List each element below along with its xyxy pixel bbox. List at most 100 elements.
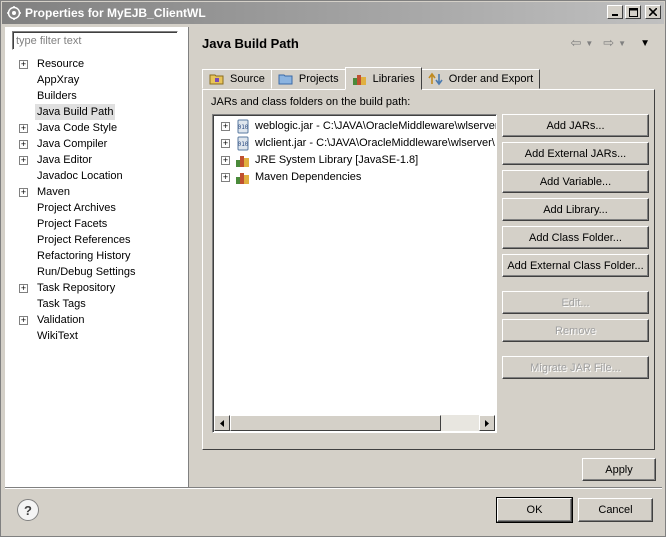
minimize-button[interactable]	[607, 5, 623, 19]
window-title: Properties for MyEJB_ClientWL	[25, 6, 206, 20]
nav-item-label: Task Tags	[37, 298, 86, 310]
help-icon[interactable]: ?	[17, 499, 39, 521]
nav-item-label: Maven	[37, 186, 71, 198]
close-icon	[649, 8, 657, 16]
tab-projects[interactable]: Projects	[270, 69, 346, 89]
cancel-button[interactable]: Cancel	[578, 498, 653, 522]
nav-item[interactable]: WikiText	[5, 328, 189, 344]
nav-item-label: Project Archives	[37, 202, 116, 214]
nav-item[interactable]: Refactoring History	[5, 248, 189, 264]
tab-order-and-export[interactable]: Order and Export	[420, 69, 541, 89]
expand-icon[interactable]: +	[19, 188, 28, 197]
expand-icon[interactable]: +	[19, 156, 28, 165]
expand-icon[interactable]: +	[221, 122, 230, 131]
nav-item[interactable]: Run/Debug Settings	[5, 264, 189, 280]
nav-item[interactable]: + Resource	[5, 56, 189, 72]
expand-icon[interactable]: +	[19, 140, 28, 149]
nav-item[interactable]: Java Build Path	[5, 104, 189, 120]
tab-source[interactable]: Source	[202, 69, 272, 89]
nav-item[interactable]: Project References	[5, 232, 189, 248]
nav-item-label: Javadoc Location	[37, 170, 123, 182]
expand-icon[interactable]: +	[221, 139, 230, 148]
preference-nav-panel: +ResourceAppXrayBuildersJava Build Path+…	[5, 27, 189, 487]
minimize-icon	[612, 14, 618, 16]
forward-arrow-icon[interactable]: ⇨	[603, 35, 614, 51]
nav-item[interactable]: + Maven	[5, 184, 189, 200]
library-icon	[235, 153, 251, 168]
svg-text:010: 010	[238, 141, 249, 148]
library-entry[interactable]: + JRE System Library [JavaSE-1.8]	[213, 152, 496, 169]
library-entry-label: JRE System Library [JavaSE-1.8]	[255, 154, 419, 166]
add-class-folder-button[interactable]: Add Class Folder...	[502, 226, 649, 249]
nav-item[interactable]: + Validation	[5, 312, 189, 328]
nav-item[interactable]: + Java Editor	[5, 152, 189, 168]
jar-icon: 010	[235, 119, 251, 134]
add-variable-button[interactable]: Add Variable...	[502, 170, 649, 193]
scroll-left-button[interactable]	[214, 415, 230, 431]
nav-item-label: Validation	[37, 314, 85, 326]
expand-icon[interactable]: +	[221, 173, 230, 182]
nav-item-label: Java Build Path	[35, 104, 116, 120]
footer-separator	[5, 487, 662, 489]
expand-icon[interactable]: +	[19, 124, 28, 133]
edit-button[interactable]: Edit...	[502, 291, 649, 314]
remove-button[interactable]: Remove	[502, 319, 649, 342]
nav-item[interactable]: Builders	[5, 88, 189, 104]
nav-item-label: WikiText	[37, 330, 78, 342]
nav-item-label: Java Compiler	[37, 138, 108, 150]
library-icon	[235, 170, 251, 185]
add-external-jars-button[interactable]: Add External JARs...	[502, 142, 649, 165]
forward-dropdown-icon[interactable]: ▼	[618, 39, 626, 48]
libraries-icon	[352, 72, 368, 86]
page-nav: ⇦ ▼ ⇨ ▼ ▼	[570, 35, 650, 51]
nav-item[interactable]: + Java Code Style	[5, 120, 189, 136]
nav-item[interactable]: Project Facets	[5, 216, 189, 232]
tab-libraries[interactable]: Libraries	[344, 67, 422, 90]
nav-item-label: Project References	[37, 234, 131, 246]
projects-folder-icon	[278, 72, 294, 86]
scroll-thumb[interactable]	[230, 415, 441, 431]
add-library-button[interactable]: Add Library...	[502, 198, 649, 221]
nav-item-label: Run/Debug Settings	[37, 266, 136, 278]
jar-icon: 010	[235, 136, 251, 151]
expand-icon[interactable]: +	[221, 156, 230, 165]
view-menu-icon[interactable]: ▼	[640, 38, 650, 49]
library-entry[interactable]: + Maven Dependencies	[213, 169, 496, 186]
back-arrow-icon[interactable]: ⇦	[570, 35, 581, 51]
library-entry[interactable]: +010 wlclient.jar - C:\JAVA\OracleMiddlew…	[213, 135, 496, 152]
expand-icon[interactable]: +	[19, 60, 28, 69]
svg-text:010: 010	[238, 124, 249, 131]
nav-item-label: Resource	[37, 58, 85, 70]
title-bar[interactable]: Properties for MyEJB_ClientWL	[2, 2, 664, 24]
property-page: Java Build Path ⇦ ▼ ⇨ ▼ ▼ Source Projects…	[190, 27, 662, 487]
nav-item[interactable]: Task Tags	[5, 296, 189, 312]
nav-item-label: AppXray	[37, 74, 80, 86]
tab-label: Libraries	[372, 72, 415, 85]
scroll-right-button[interactable]	[479, 415, 495, 431]
library-tree[interactable]: + Maven Dependencies + JRE System Library […	[212, 114, 497, 433]
migrate-jar-button[interactable]: Migrate JAR File...	[502, 356, 649, 379]
nav-item[interactable]: Project Archives	[5, 200, 189, 216]
nav-item[interactable]: Javadoc Location	[5, 168, 189, 184]
page-title: Java Build Path	[202, 36, 299, 51]
library-entry[interactable]: +010 weblogic.jar - C:\JAVA\OracleMiddlew…	[213, 118, 496, 135]
jar-list-caption: JARs and class folders on the build path…	[211, 96, 411, 108]
expand-icon[interactable]: +	[19, 284, 28, 293]
add-jars-button[interactable]: Add JARs...	[502, 114, 649, 137]
close-button[interactable]	[645, 5, 661, 19]
tab-label: Order and Export	[448, 73, 534, 85]
ok-button[interactable]: OK	[496, 497, 573, 523]
apply-button[interactable]: Apply	[582, 458, 656, 481]
nav-item[interactable]: AppXray	[5, 72, 189, 88]
add-external-class-folder-button[interactable]: Add External Class Folder...	[502, 254, 649, 277]
nav-item[interactable]: + Task Repository	[5, 280, 189, 296]
eclipse-gear-icon	[6, 5, 22, 21]
nav-item-label: Java Editor	[37, 154, 93, 166]
expand-icon[interactable]: +	[19, 316, 28, 325]
maximize-button[interactable]	[625, 5, 641, 19]
build-path-tabs: Source Projects Libraries Order and Export	[202, 67, 541, 90]
horizontal-scrollbar[interactable]	[214, 415, 495, 431]
nav-item[interactable]: + Java Compiler	[5, 136, 189, 152]
filter-input[interactable]	[12, 31, 178, 50]
back-dropdown-icon[interactable]: ▼	[585, 39, 593, 48]
